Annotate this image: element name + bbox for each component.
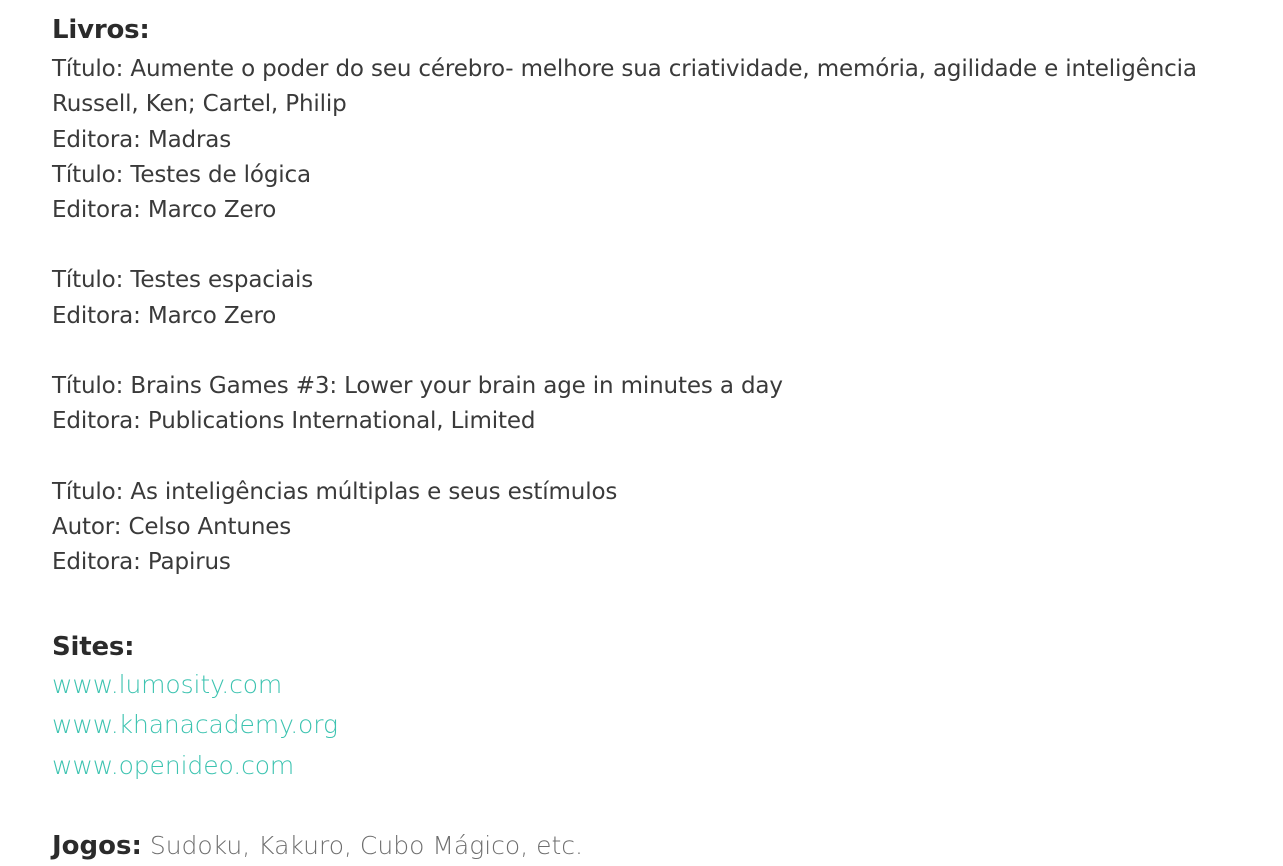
sites-heading: Sites:	[52, 631, 135, 662]
book-2-title: Título: Testes de lógica	[52, 161, 311, 188]
book-5-title: Título: As inteligências múltiplas e seu…	[52, 478, 618, 505]
book-group-3: Título: Brains Games #3: Lower your brai…	[52, 369, 1252, 440]
jogos-text: Sudoku, Kakuro, Cubo Mágico, etc.	[141, 831, 583, 861]
sites-list: www.lumosity.com www.khanacademy.org www…	[52, 665, 1252, 787]
site-link-lumosity[interactable]: www.lumosity.com	[52, 665, 1252, 706]
book-1-title: Título: Aumente o poder do seu cérebro- …	[52, 56, 1197, 82]
book-4-publisher: Editora: Publications International, Lim…	[52, 408, 536, 435]
book-1-authors: Russell, Ken; Cartel, Philip	[52, 91, 347, 118]
book-1-publisher: Editora: Madras	[52, 126, 232, 153]
book-4-title: Título: Brains Games #3: Lower your brai…	[52, 373, 783, 400]
book-3-publisher: Editora: Marco Zero	[52, 302, 277, 329]
jogos-line: Jogos: Sudoku, Kakuro, Cubo Mágico, etc.	[52, 828, 1252, 864]
article-content: Livros: Título: Aumente o poder do seu c…	[52, 12, 1252, 864]
livros-heading: Livros:	[52, 15, 150, 45]
site-link-openideo[interactable]: www.openideo.com	[52, 746, 1252, 787]
book-group-4: Título: As inteligências múltiplas e seu…	[52, 475, 1252, 581]
livros-list: Título: Aumente o poder do seu cérebro- …	[52, 52, 1252, 581]
book-2-publisher: Editora: Marco Zero	[52, 197, 277, 224]
book-group-1: Título: Aumente o poder do seu cérebro- …	[52, 52, 1252, 228]
jogos-label: Jogos:	[52, 831, 142, 862]
site-link-khanacademy[interactable]: www.khanacademy.org	[52, 705, 1252, 746]
book-group-2: Título: Testes espaciais Editora: Marco …	[52, 263, 1252, 334]
book-3-title: Título: Testes espaciais	[52, 267, 314, 294]
book-5-author: Autor: Celso Antunes	[52, 513, 292, 540]
book-5-publisher: Editora: Papirus	[52, 549, 231, 576]
